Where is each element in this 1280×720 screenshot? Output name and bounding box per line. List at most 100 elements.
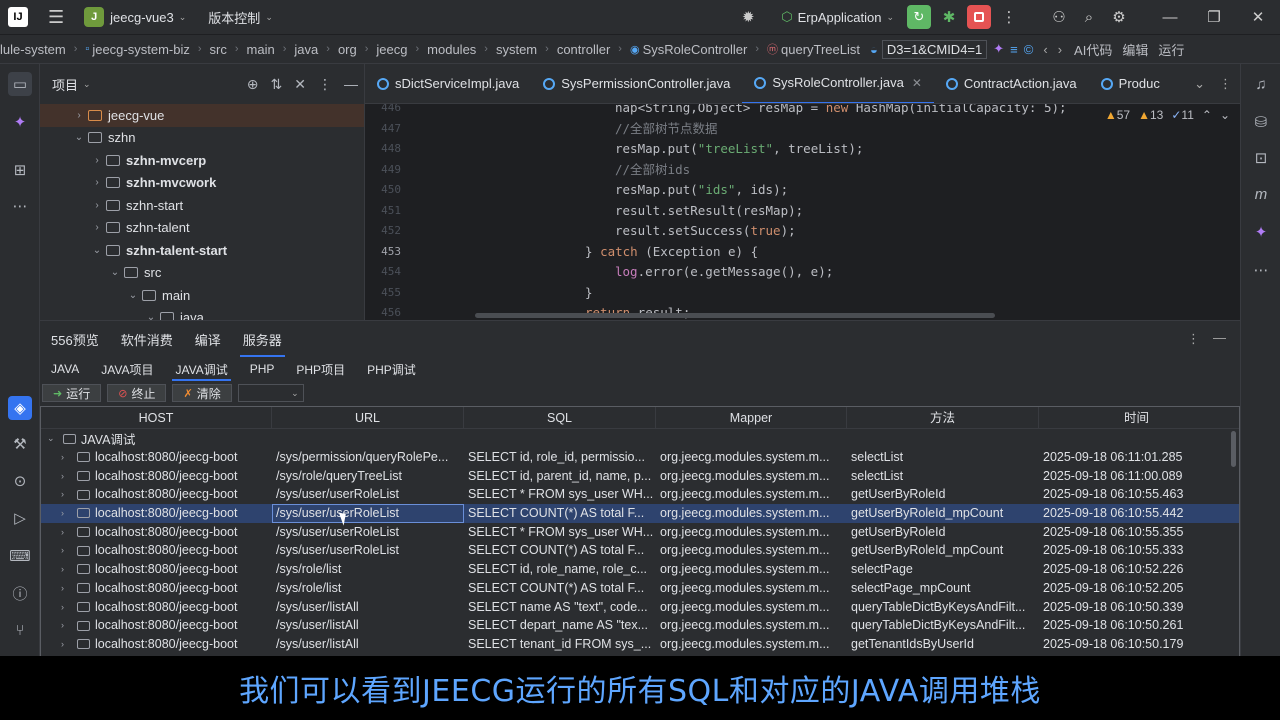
- options-icon[interactable]: ⋮: [318, 76, 332, 93]
- breadcrumb-item[interactable]: org: [338, 42, 357, 57]
- table-row[interactable]: › localhost:8080/jeecg-boot/sys/user/list…: [41, 635, 1239, 654]
- run-menu[interactable]: 运行: [1158, 40, 1184, 59]
- table-row[interactable]: › localhost:8080/jeecg-boot/sys/user/list…: [41, 598, 1239, 617]
- table-row[interactable]: › localhost:8080/jeecg-boot/sys/user/user…: [41, 541, 1239, 560]
- tree-item[interactable]: ⌄ szhn: [40, 127, 364, 150]
- chevron-down-icon[interactable]: ⌄: [90, 245, 104, 256]
- chevron-right-icon[interactable]: ›: [61, 448, 75, 467]
- table-cell[interactable]: SELECT COUNT(*) AS total F...: [464, 579, 656, 598]
- breadcrumb-item[interactable]: lule-system: [0, 42, 66, 57]
- table-cell[interactable]: /sys/user/userRoleList: [272, 504, 464, 523]
- table-cell[interactable]: › localhost:8080/jeecg-boot: [41, 448, 272, 467]
- sql-debug-icon[interactable]: ◈: [8, 396, 32, 420]
- edit-menu[interactable]: 编辑: [1122, 40, 1148, 59]
- restore-icon[interactable]: ❐: [1192, 0, 1236, 34]
- table-cell[interactable]: org.jeecg.modules.system.m...: [656, 598, 847, 617]
- editor-tab[interactable]: ContractAction.java: [934, 64, 1089, 103]
- database-icon[interactable]: ⛁: [1249, 110, 1273, 134]
- column-header[interactable]: 时间: [1039, 407, 1234, 429]
- table-cell[interactable]: 2025-09-18 06:10:50.179: [1039, 635, 1234, 654]
- table-cell[interactable]: selectPage: [847, 560, 1039, 579]
- project-folder-icon[interactable]: ▭: [8, 72, 32, 96]
- table-row[interactable]: › localhost:8080/jeecg-boot/sys/permissio…: [41, 448, 1239, 467]
- code-line[interactable]: resMap.put("ids", ids);: [615, 180, 788, 201]
- table-cell[interactable]: SELECT * FROM sys_user WH...: [464, 485, 656, 504]
- table-cell[interactable]: 2025-09-18 06:10:50.339: [1039, 598, 1234, 617]
- maven-icon[interactable]: m: [1249, 182, 1273, 206]
- http-client-icon[interactable]: ◒: [870, 42, 878, 57]
- table-cell[interactable]: getTenantIdsByUserId: [847, 635, 1039, 654]
- ai-assistant-icon[interactable]: ✦: [8, 110, 32, 134]
- services-icon[interactable]: ⊙: [8, 469, 32, 493]
- rerun-icon[interactable]: ↻: [907, 5, 931, 29]
- notifications-bell-icon[interactable]: ♫: [1249, 72, 1273, 96]
- vertical-scrollbar[interactable]: [1231, 431, 1236, 467]
- bookmarks-icon[interactable]: ⊡: [1249, 146, 1273, 170]
- table-cell[interactable]: getUserByRoleId_mpCount: [847, 541, 1039, 560]
- breadcrumb-item[interactable]: modules: [427, 42, 476, 57]
- table-cell[interactable]: SELECT COUNT(*) AS total F...: [464, 541, 656, 560]
- chevron-down-icon[interactable]: ⌄: [83, 79, 91, 90]
- group-row[interactable]: ⌄ JAVA调试: [41, 429, 1239, 448]
- chevron-right-icon[interactable]: ›: [61, 616, 75, 635]
- chevron-right-icon[interactable]: ›: [90, 155, 104, 166]
- table-row[interactable]: › localhost:8080/jeecg-boot/sys/user/user…: [41, 485, 1239, 504]
- problems-icon[interactable]: ⓘ: [8, 581, 32, 605]
- request-params-field[interactable]: D3=1&CMID4=1: [881, 39, 988, 59]
- database-icon[interactable]: ≡: [1010, 42, 1018, 57]
- breadcrumb-item[interactable]: ▫ jeecg-system-biz: [85, 42, 189, 57]
- table-cell[interactable]: › localhost:8080/jeecg-boot: [41, 579, 272, 598]
- table-cell[interactable]: /sys/user/userRoleList: [272, 523, 464, 542]
- expand-all-icon[interactable]: ⇅: [271, 76, 283, 93]
- close-icon[interactable]: ✕: [1236, 0, 1280, 34]
- tabs-dropdown-icon[interactable]: ⌄: [1194, 76, 1205, 92]
- chevron-right-icon[interactable]: ›: [61, 598, 75, 617]
- table-cell[interactable]: › localhost:8080/jeecg-boot: [41, 541, 272, 560]
- debug-run-icon[interactable]: ▷: [8, 506, 32, 530]
- table-row[interactable]: › localhost:8080/jeecg-boot/sys/user/user…: [41, 504, 1239, 523]
- tree-item[interactable]: › szhn-start: [40, 194, 364, 217]
- table-cell[interactable]: 2025-09-18 06:10:55.463: [1039, 485, 1234, 504]
- back-arrow-icon[interactable]: ‹: [1043, 42, 1047, 57]
- vcs-menu[interactable]: 版本控制 ⌄: [208, 0, 273, 34]
- stop-icon[interactable]: [967, 5, 991, 29]
- debug-bug-icon[interactable]: ✹: [733, 0, 763, 34]
- code-line[interactable]: nap<String,Object> resMap = new HashMap(…: [615, 104, 1067, 119]
- options-icon[interactable]: ⋮: [1187, 331, 1200, 347]
- tree-item[interactable]: ⌄ szhn-talent-start: [40, 239, 364, 262]
- debug-icon[interactable]: ✱: [934, 0, 964, 34]
- breadcrumb-item[interactable]: ⓜ queryTreeList: [767, 41, 860, 57]
- column-header[interactable]: Mapper: [656, 407, 847, 429]
- more-tools-icon[interactable]: ⋯: [8, 194, 32, 218]
- table-cell[interactable]: SELECT depart_name AS "tex...: [464, 616, 656, 635]
- breadcrumb-item[interactable]: main: [247, 42, 275, 57]
- table-cell[interactable]: 2025-09-18 06:10:55.442: [1039, 504, 1234, 523]
- editor-tab-active[interactable]: SysRoleController.java ✕: [742, 64, 934, 103]
- inspection-widget[interactable]: ▲57 ▲13 ✓11 ⌃ ⌄: [1105, 108, 1230, 122]
- table-cell[interactable]: › localhost:8080/jeecg-boot: [41, 485, 272, 504]
- table-cell[interactable]: org.jeecg.modules.system.m...: [656, 560, 847, 579]
- tree-item[interactable]: › szhn-mvcerp: [40, 149, 364, 172]
- table-cell[interactable]: 2025-09-18 06:10:52.226: [1039, 560, 1234, 579]
- more-tabs-icon[interactable]: ⋮: [1219, 76, 1232, 92]
- collapse-all-icon[interactable]: ✕: [294, 76, 306, 93]
- filter-combo[interactable]: ⌄: [237, 384, 304, 402]
- table-cell[interactable]: › localhost:8080/jeecg-boot: [41, 616, 272, 635]
- table-row[interactable]: › localhost:8080/jeecg-boot/sys/role/quer…: [41, 467, 1239, 486]
- add-user-icon[interactable]: ⚇: [1044, 0, 1074, 34]
- hide-panel-icon[interactable]: —: [344, 76, 358, 92]
- table-cell[interactable]: org.jeecg.modules.system.m...: [656, 485, 847, 504]
- chevron-right-icon[interactable]: ›: [61, 467, 75, 486]
- subtab-php-debug[interactable]: PHP调试: [356, 357, 427, 381]
- run-config-selector[interactable]: ⬡ ErpApplication ⌄: [781, 0, 894, 34]
- copilot-icon[interactable]: ©: [1024, 42, 1034, 57]
- table-cell[interactable]: SELECT tenant_id FROM sys_...: [464, 635, 656, 654]
- table-cell[interactable]: /sys/user/listAll: [272, 635, 464, 654]
- editor-tab[interactable]: SysPermissionController.java: [531, 64, 742, 103]
- chevron-right-icon[interactable]: ›: [61, 504, 75, 523]
- tree-item[interactable]: › jeecg-vue: [40, 104, 364, 127]
- horizontal-scrollbar[interactable]: [475, 313, 995, 318]
- table-cell[interactable]: queryTableDictByKeysAndFilt...: [847, 598, 1039, 617]
- table-cell[interactable]: SELECT id, role_name, role_c...: [464, 560, 656, 579]
- table-cell[interactable]: /sys/user/listAll: [272, 598, 464, 617]
